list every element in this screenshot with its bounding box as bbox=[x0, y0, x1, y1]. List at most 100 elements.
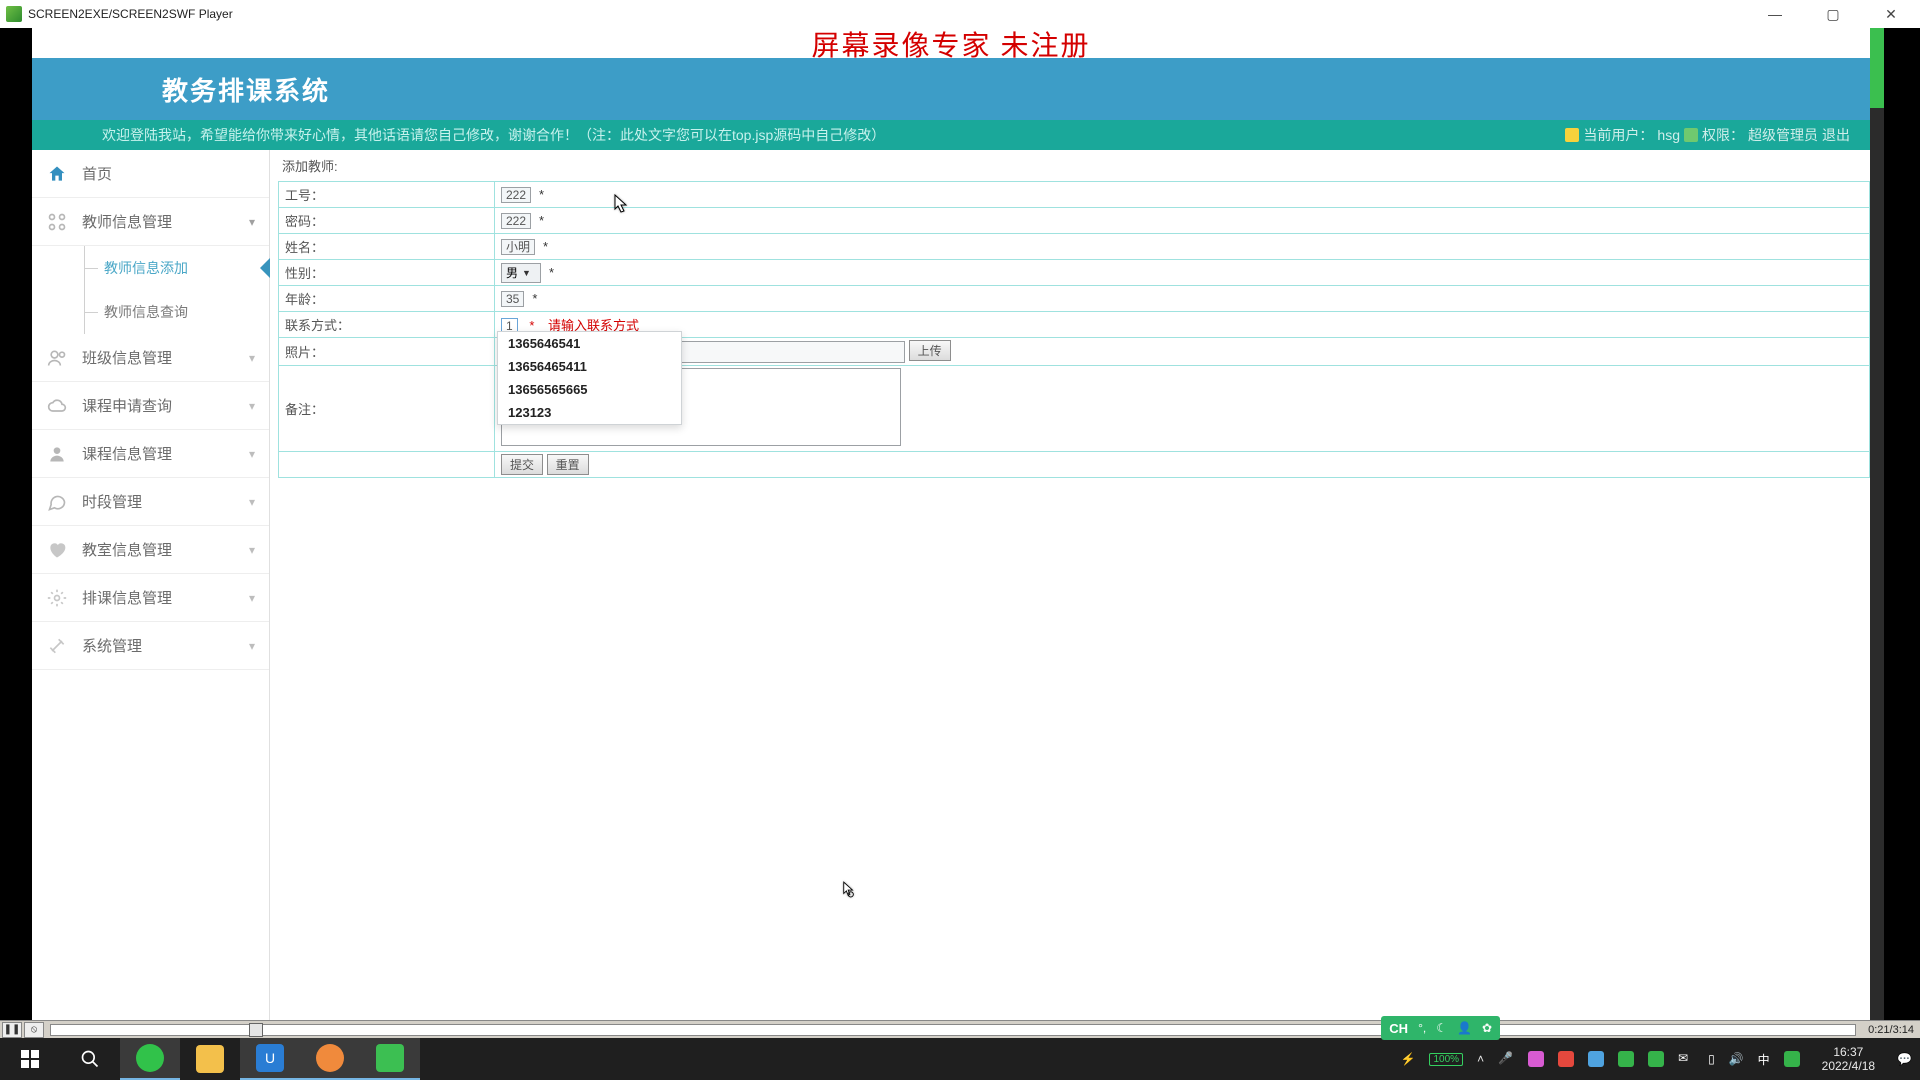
label-id: 工号： bbox=[279, 182, 495, 208]
player-pause-button[interactable]: ❚❚ bbox=[2, 1022, 22, 1038]
home-icon bbox=[46, 163, 68, 185]
tray-sogou-icon[interactable] bbox=[1784, 1051, 1800, 1067]
ime-settings-icon[interactable]: ✿ bbox=[1482, 1021, 1492, 1035]
input-id[interactable]: 222 bbox=[501, 187, 531, 203]
label-gender: 性别： bbox=[279, 260, 495, 286]
users-icon bbox=[46, 347, 68, 369]
windows-taskbar: U ⚡ 100% ˄ 🎤 ✉ ▯ 🔊 中 16:37 2022/4/18 💬 bbox=[0, 1038, 1920, 1080]
label-photo: 照片： bbox=[279, 338, 495, 366]
content-area: 添加教师: 工号： 222* 密码： 222* 姓名： 小明* 性别： 男▼* … bbox=[270, 150, 1870, 1048]
submit-button[interactable]: 提交 bbox=[501, 454, 543, 475]
sidebar-sub-label: 教师信息添加 bbox=[104, 258, 188, 278]
label-age: 年龄： bbox=[279, 286, 495, 312]
role-icon bbox=[1684, 128, 1698, 142]
tray-network-icon[interactable]: ▯ bbox=[1708, 1052, 1715, 1066]
sidebar-sub-teacher-add[interactable]: 教师信息添加 bbox=[32, 246, 269, 290]
tray-ime-indicator[interactable]: 中 bbox=[1758, 1051, 1770, 1068]
system-tray: ⚡ 100% ˄ 🎤 ✉ ▯ 🔊 中 16:37 2022/4/18 💬 bbox=[1401, 1045, 1920, 1074]
ime-moon-icon[interactable]: ☾ bbox=[1436, 1021, 1447, 1035]
sidebar-item-system[interactable]: 系统管理 ▾ bbox=[32, 622, 269, 670]
teacher-form: 工号： 222* 密码： 222* 姓名： 小明* 性别： 男▼* 年龄： 35… bbox=[278, 181, 1870, 478]
watermark-text: 屏幕录像专家 未注册 bbox=[32, 24, 1870, 64]
player-seek-thumb[interactable] bbox=[249, 1023, 263, 1037]
logout-link[interactable]: 退出 bbox=[1822, 125, 1850, 145]
sidebar-item-label: 系统管理 bbox=[82, 635, 142, 656]
autocomplete-option[interactable]: 13656465411 bbox=[498, 355, 681, 378]
user-info-area: 当前用户： hsg 权限： 超级管理员 退出 bbox=[1565, 125, 1850, 145]
gear-icon bbox=[46, 587, 68, 609]
select-gender[interactable]: 男▼ bbox=[501, 263, 541, 283]
sidebar-item-class-info[interactable]: 班级信息管理 ▾ bbox=[32, 334, 269, 382]
taskbar-app-orange[interactable] bbox=[300, 1038, 360, 1080]
sidebar-item-course-info[interactable]: 课程信息管理 ▾ bbox=[32, 430, 269, 478]
action-center-icon[interactable]: 💬 bbox=[1897, 1052, 1912, 1066]
app-title: 教务排课系统 bbox=[162, 71, 330, 108]
tray-battery[interactable]: 100% bbox=[1429, 1053, 1463, 1066]
person-icon bbox=[46, 443, 68, 465]
sidebar-item-teacher-info[interactable]: 教师信息管理 ▾ bbox=[32, 198, 269, 246]
player-control-bar: ❚❚ ⦸ 0:21/3:14 bbox=[0, 1020, 1920, 1038]
outer-scrollbar-track[interactable] bbox=[1870, 28, 1884, 1020]
ime-punct-icon[interactable]: °, bbox=[1418, 1021, 1426, 1035]
chevron-down-icon: ▾ bbox=[249, 399, 255, 413]
chevron-down-icon: ▾ bbox=[249, 639, 255, 653]
chevron-down-icon: ▾ bbox=[249, 543, 255, 557]
tray-mail-icon[interactable]: ✉ bbox=[1678, 1051, 1694, 1067]
app-banner: 教务排课系统 bbox=[32, 58, 1870, 120]
tray-shield-icon[interactable] bbox=[1558, 1051, 1574, 1067]
autocomplete-option[interactable]: 123123 bbox=[498, 401, 681, 424]
sidebar-sub-teacher-query[interactable]: 教师信息查询 bbox=[32, 290, 269, 334]
autocomplete-option[interactable]: 13656565665 bbox=[498, 378, 681, 401]
sidebar-item-classroom-info[interactable]: 教室信息管理 ▾ bbox=[32, 526, 269, 574]
sidebar-item-time-slot[interactable]: 时段管理 ▾ bbox=[32, 478, 269, 526]
ime-lang[interactable]: CH bbox=[1389, 1021, 1408, 1036]
tray-app-icon[interactable] bbox=[1528, 1051, 1544, 1067]
required-star: * bbox=[532, 291, 537, 306]
taskbar-app-todesk[interactable]: U bbox=[240, 1038, 300, 1080]
tray-chevron-up-icon[interactable]: ˄ bbox=[1477, 1052, 1484, 1066]
clock-date: 2022/4/18 bbox=[1822, 1059, 1875, 1073]
outer-scrollbar-thumb[interactable] bbox=[1870, 28, 1884, 108]
taskbar-app-browser[interactable] bbox=[120, 1038, 180, 1080]
reset-button[interactable]: 重置 bbox=[547, 454, 589, 475]
input-password[interactable]: 222 bbox=[501, 213, 531, 229]
sidebar-item-home[interactable]: 首页 bbox=[32, 150, 269, 198]
input-name[interactable]: 小明 bbox=[501, 239, 535, 255]
sidebar-sub-label: 教师信息查询 bbox=[104, 302, 188, 322]
required-star: * bbox=[549, 265, 554, 280]
sidebar-item-course-apply[interactable]: 课程申请查询 ▾ bbox=[32, 382, 269, 430]
required-star: * bbox=[539, 213, 544, 228]
tray-mic-icon[interactable]: 🎤 bbox=[1498, 1051, 1514, 1067]
taskbar-app-explorer[interactable] bbox=[180, 1038, 240, 1080]
tray-power-icon[interactable]: ⚡ bbox=[1401, 1052, 1416, 1066]
taskbar-clock[interactable]: 16:37 2022/4/18 bbox=[1814, 1045, 1883, 1074]
tray-wechat-icon[interactable] bbox=[1618, 1051, 1634, 1067]
window-close-button[interactable]: ✕ bbox=[1862, 0, 1920, 28]
chat-icon bbox=[46, 491, 68, 513]
tray-app-icon[interactable] bbox=[1588, 1051, 1604, 1067]
sidebar-item-label: 班级信息管理 bbox=[82, 347, 172, 368]
player-stop-button[interactable]: ⦸ bbox=[24, 1022, 44, 1038]
ime-toolbar[interactable]: CH °, ☾ 👤 ✿ bbox=[1381, 1016, 1500, 1040]
taskbar-app-recorder[interactable] bbox=[360, 1038, 420, 1080]
tools-icon bbox=[46, 635, 68, 657]
clock-time: 16:37 bbox=[1822, 1045, 1875, 1059]
tray-volume-icon[interactable]: 🔊 bbox=[1729, 1052, 1744, 1066]
upload-button[interactable]: 上传 bbox=[909, 340, 951, 361]
taskbar-search-button[interactable] bbox=[60, 1038, 120, 1080]
autocomplete-dropdown[interactable]: 1365646541 13656465411 13656565665 12312… bbox=[497, 331, 682, 425]
input-age[interactable]: 35 bbox=[501, 291, 524, 307]
welcome-message: 欢迎登陆我站，希望能给你带来好心情，其他话语请您自己修改，谢谢合作！（注：此处文… bbox=[102, 125, 885, 145]
sidebar-item-label: 课程申请查询 bbox=[82, 395, 172, 416]
tray-wechat-icon[interactable] bbox=[1648, 1051, 1664, 1067]
main-layout: 首页 教师信息管理 ▾ 教师信息添加 教师信息查询 bbox=[32, 150, 1870, 1048]
role-label: 权限： bbox=[1702, 125, 1744, 145]
sidebar-item-schedule-info[interactable]: 排课信息管理 ▾ bbox=[32, 574, 269, 622]
player-seek-track[interactable] bbox=[50, 1024, 1856, 1036]
autocomplete-option[interactable]: 1365646541 bbox=[498, 332, 681, 355]
current-user-label: 当前用户： bbox=[1583, 125, 1653, 145]
ime-user-icon[interactable]: 👤 bbox=[1457, 1021, 1472, 1035]
required-star: * bbox=[539, 187, 544, 202]
grid-icon bbox=[46, 211, 68, 233]
start-button[interactable] bbox=[0, 1038, 60, 1080]
